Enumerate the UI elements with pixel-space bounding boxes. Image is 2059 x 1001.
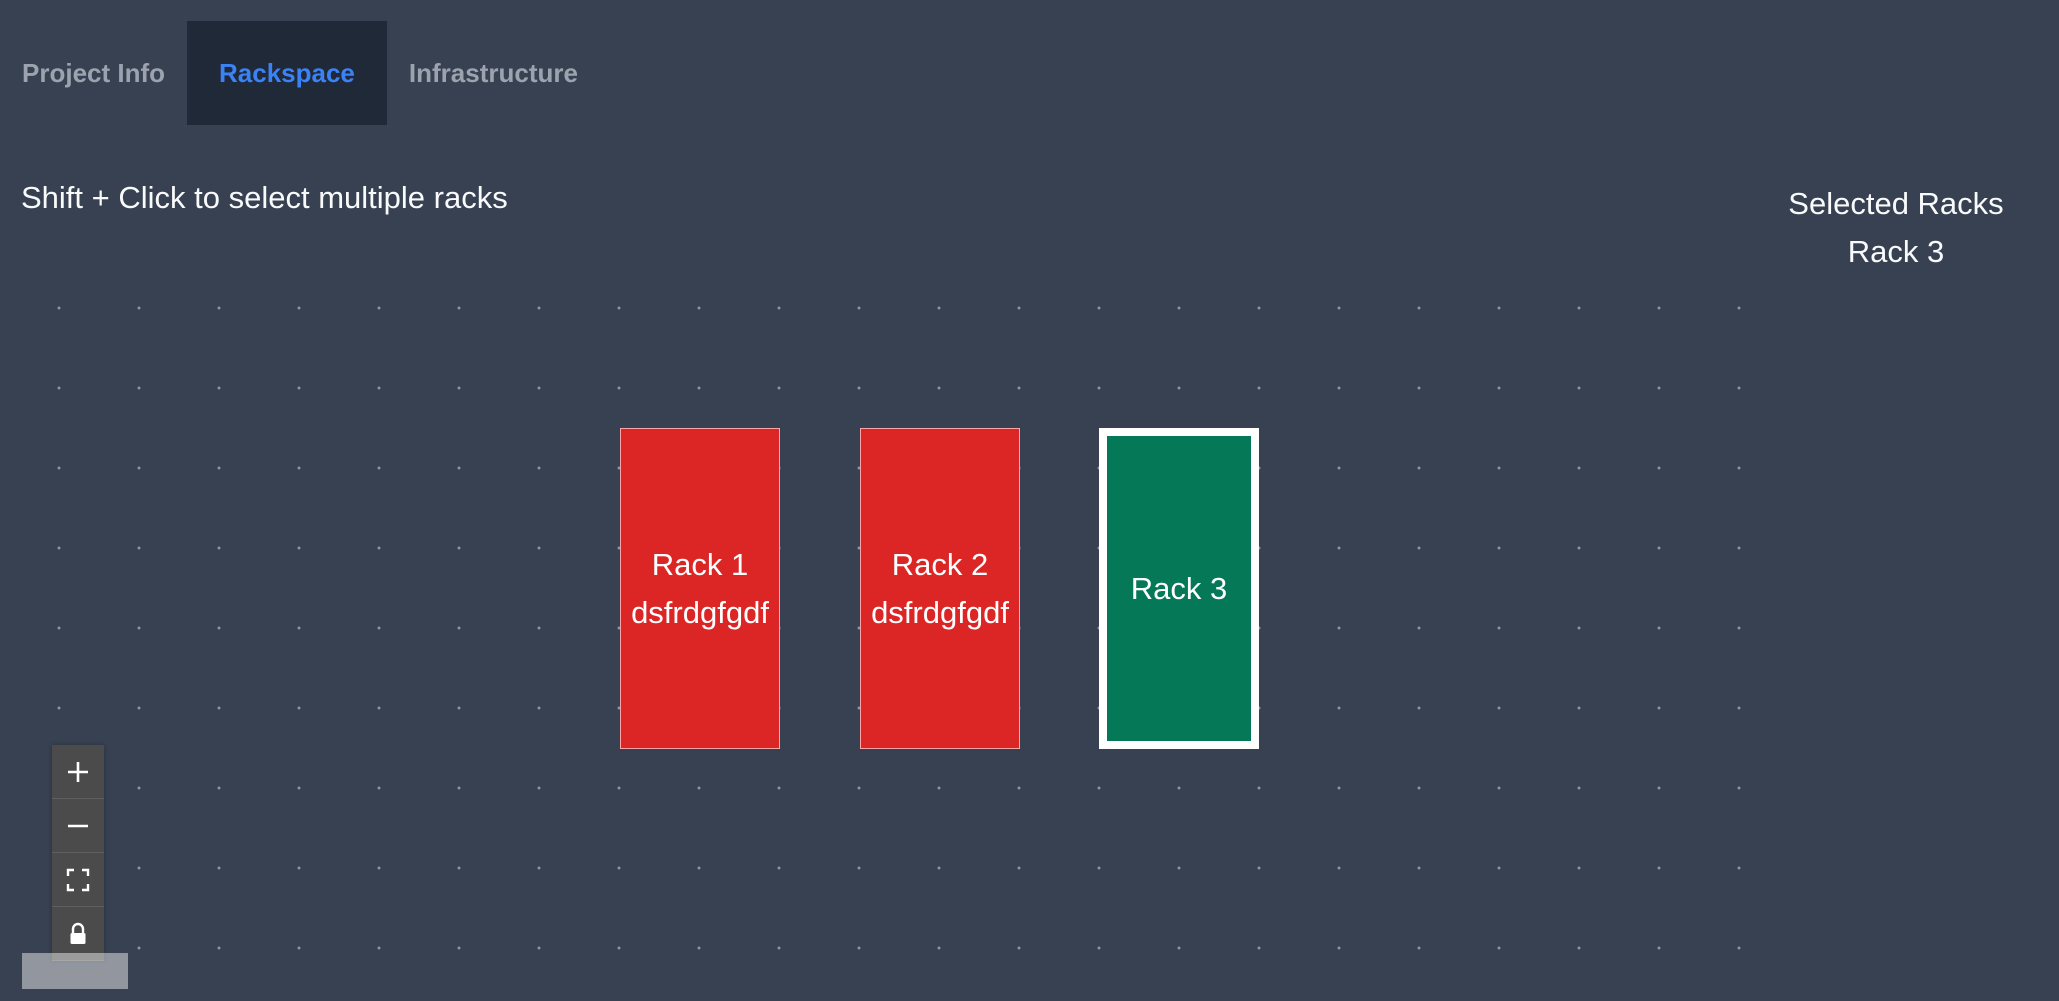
rack-node[interactable]: Rack 1 dsfrdgfgdf xyxy=(620,428,780,749)
zoom-in-button[interactable] xyxy=(52,745,104,799)
zoom-out-icon xyxy=(68,824,88,827)
rack-subtitle: dsfrdgfgdf xyxy=(631,594,769,630)
tab-project-info[interactable]: Project Info xyxy=(0,21,187,125)
fit-view-button[interactable] xyxy=(52,853,104,907)
rack-name: Rack 3 xyxy=(1130,570,1228,606)
tab-bar: Project Info Rackspace Infrastructure xyxy=(0,21,600,125)
app-root: Project Info Rackspace Infrastructure Sh… xyxy=(0,0,2059,1001)
rack-node[interactable]: Rack 2 dsfrdgfgdf xyxy=(860,428,1020,749)
rack-canvas[interactable]: Rack 1 dsfrdgfgdf Rack 2 dsfrdgfgdf Rack… xyxy=(0,240,1780,1001)
zoom-in-icon xyxy=(68,761,88,782)
selection-hint: Shift + Click to select multiple racks xyxy=(21,180,508,215)
fit-view-icon xyxy=(66,868,90,891)
selected-racks-title: Selected Racks xyxy=(1788,186,2004,221)
rack-name: Rack 1 xyxy=(651,546,749,582)
rack-subtitle: dsfrdgfgdf xyxy=(871,594,1009,630)
selected-racks-panel: Selected Racks Rack 3 xyxy=(1786,180,2006,276)
tab-infrastructure[interactable]: Infrastructure xyxy=(387,21,600,125)
rack-name: Rack 2 xyxy=(891,546,989,582)
selected-rack-item: Rack 3 xyxy=(1847,234,1945,269)
lock-icon xyxy=(70,922,86,944)
canvas-controls xyxy=(52,745,104,961)
rack-node-selected[interactable]: Rack 3 xyxy=(1099,428,1259,749)
react-flow-attribution[interactable]: React Flow xyxy=(22,953,128,989)
zoom-out-button[interactable] xyxy=(52,799,104,853)
tab-rackspace[interactable]: Rackspace xyxy=(187,21,387,125)
